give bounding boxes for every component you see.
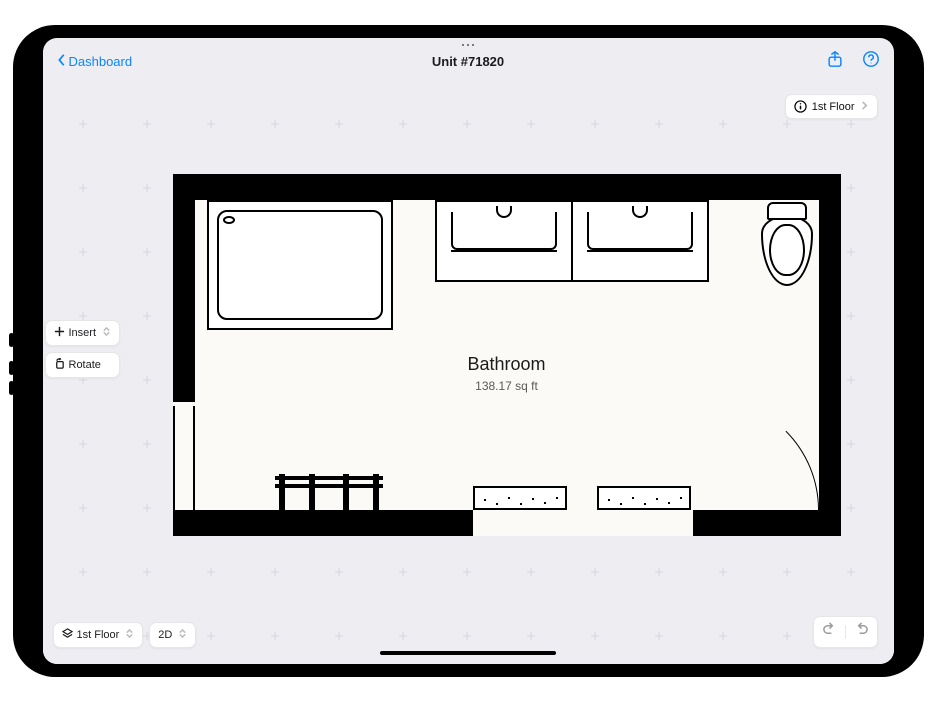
back-button[interactable]: Dashboard	[57, 53, 133, 70]
share-button[interactable]	[826, 50, 844, 73]
updown-icon	[102, 327, 111, 339]
view-mode-selector[interactable]: 2D	[149, 622, 196, 648]
towel-rail-fixture[interactable]	[279, 474, 379, 510]
bottom-left-controls: 1st Floor 2D	[53, 622, 197, 648]
floor-badge-icon	[794, 100, 807, 113]
planter-fixture[interactable]	[597, 486, 691, 510]
floor-plan[interactable]: Bathroom 138.17 sq ft	[173, 174, 841, 536]
floor-selector-top[interactable]: 1st Floor	[785, 94, 878, 119]
insert-button[interactable]: Insert	[45, 320, 121, 346]
room-name: Bathroom	[173, 354, 841, 375]
left-toolbar: Insert Rotate	[45, 320, 121, 378]
view-mode-label: 2D	[158, 629, 172, 641]
device-button	[9, 333, 14, 347]
drain-icon	[223, 216, 235, 224]
redo-button[interactable]	[854, 622, 869, 642]
wall	[173, 174, 841, 200]
insert-label: Insert	[69, 327, 97, 339]
room-area: 138.17 sq ft	[173, 379, 841, 393]
device-button	[9, 381, 14, 395]
rotate-icon	[54, 358, 65, 372]
page-title: Unit #71820	[432, 54, 504, 69]
floor-selector-bottom[interactable]: 1st Floor	[53, 622, 144, 648]
undo-button[interactable]	[822, 622, 837, 642]
room-label: Bathroom 138.17 sq ft	[173, 354, 841, 393]
undo-redo-group	[813, 616, 878, 648]
separator	[845, 625, 846, 639]
floor-selector-top-label: 1st Floor	[812, 101, 855, 113]
help-button[interactable]	[862, 50, 880, 73]
wall	[173, 510, 473, 536]
floor-selector-bottom-label: 1st Floor	[77, 629, 120, 641]
planter-fixture[interactable]	[473, 486, 567, 510]
sink-right	[573, 202, 707, 280]
ipad-device-frame: Dashboard Unit #71820	[13, 25, 924, 677]
vanity-fixture[interactable]	[435, 200, 709, 282]
device-button	[9, 361, 14, 375]
home-indicator[interactable]	[380, 651, 556, 655]
sink-left	[437, 202, 573, 280]
screen: Dashboard Unit #71820	[43, 38, 894, 664]
wall	[693, 510, 841, 536]
plus-icon	[54, 326, 65, 340]
chevron-right-icon	[860, 101, 869, 113]
rotate-button[interactable]: Rotate	[45, 352, 121, 378]
back-label: Dashboard	[69, 54, 133, 69]
canvas[interactable]: 1st Floor Insert	[43, 84, 894, 664]
updown-icon	[125, 629, 134, 641]
updown-icon	[178, 629, 187, 641]
layers-icon	[62, 628, 73, 642]
shower-fixture[interactable]	[207, 200, 393, 330]
rotate-label: Rotate	[69, 359, 101, 371]
toilet-fixture[interactable]	[761, 202, 813, 286]
window	[173, 406, 195, 510]
chevron-left-icon	[57, 53, 67, 70]
nav-bar: Dashboard Unit #71820	[43, 38, 894, 84]
